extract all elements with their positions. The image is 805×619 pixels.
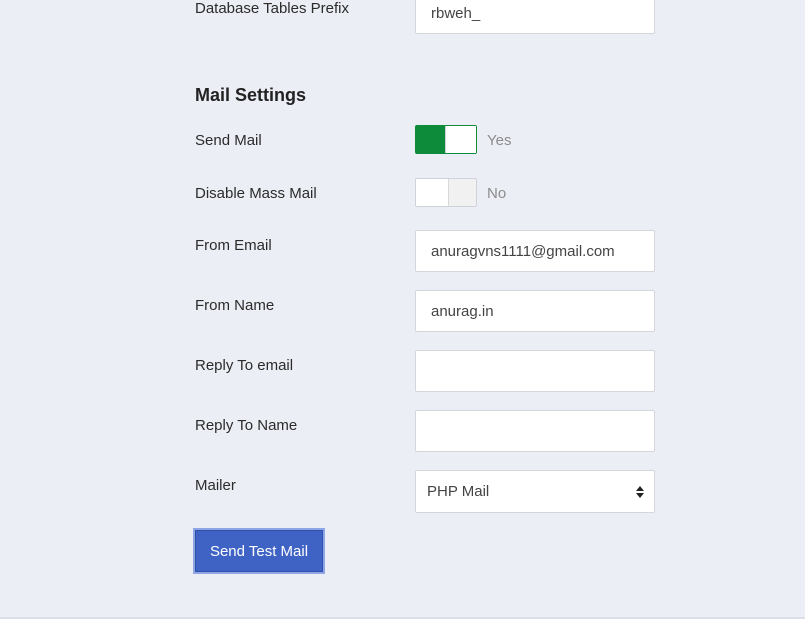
- from-name-field[interactable]: anurag.in: [415, 290, 655, 332]
- reply-to-name-field[interactable]: [415, 410, 655, 452]
- from-email-field[interactable]: anuragvns1111@gmail.com: [415, 230, 655, 272]
- from-email-label: From Email: [195, 237, 272, 254]
- mailer-label: Mailer: [195, 477, 236, 494]
- mailer-selected-value: PHP Mail: [427, 483, 490, 500]
- disable-mass-mail-toggle[interactable]: [415, 178, 477, 207]
- from-name-label: From Name: [195, 297, 275, 314]
- send-mail-state: Yes: [487, 132, 512, 149]
- db-prefix-label: Database Tables Prefix: [195, 0, 349, 17]
- disable-mass-mail-label: Disable Mass Mail: [195, 185, 317, 202]
- mailer-select[interactable]: PHP Mail: [415, 470, 655, 513]
- reply-to-email-label: Reply To email: [195, 357, 294, 374]
- disable-mass-mail-state: No: [487, 185, 507, 202]
- reply-to-name-label: Reply To Name: [195, 417, 298, 434]
- send-mail-toggle[interactable]: [415, 125, 477, 154]
- mail-settings-heading: Mail Settings: [195, 85, 307, 105]
- send-mail-label: Send Mail: [195, 132, 262, 149]
- reply-to-email-field[interactable]: [415, 350, 655, 392]
- db-prefix-input[interactable]: rbweh_: [415, 0, 655, 34]
- select-arrows-icon: [636, 486, 644, 498]
- toggle-knob: [445, 126, 476, 153]
- toggle-fill: [416, 126, 445, 153]
- toggle-knob: [416, 179, 449, 206]
- send-test-mail-button[interactable]: Send Test Mail: [193, 528, 325, 574]
